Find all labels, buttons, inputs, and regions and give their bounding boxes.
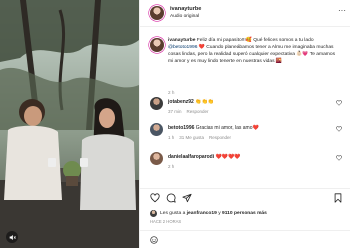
share-icon[interactable]	[182, 193, 192, 203]
comment-avatar[interactable]	[150, 97, 163, 110]
comment-meta: 37 min Responder	[168, 109, 214, 114]
comment-avatar[interactable]	[150, 152, 163, 165]
mute-button[interactable]	[6, 231, 18, 243]
heart-icon[interactable]	[150, 193, 160, 203]
comment-item: danielaalfaroparodi ❤️❤️❤️❤️ 2 h	[150, 152, 344, 176]
comment-meta: 2 h	[168, 164, 179, 169]
author-username[interactable]: ivanayturbe	[170, 6, 201, 12]
caption-avatar[interactable]	[150, 38, 164, 52]
comment-text: betoto1996 Gracias mi amor, las amo❤️	[168, 125, 330, 131]
comment-body: ❤️❤️❤️❤️	[215, 154, 241, 160]
caption-username[interactable]: ivanayturbe	[168, 38, 195, 43]
audio-label[interactable]: Audio original	[170, 14, 199, 19]
comment-item: betoto1996 Gracias mi amor, las amo❤️ 1 …	[150, 123, 344, 147]
post-actions: Les gusta a jeanfranco19 y 9110 personas…	[140, 188, 350, 248]
caption-text: ivanayturbe Feliz día mi papasito!!!🥰 Qu…	[168, 38, 340, 66]
comment-text: danielaalfaroparodi ❤️❤️❤️❤️	[168, 154, 330, 160]
reply-button[interactable]: Responder	[187, 109, 209, 114]
bookmark-icon[interactable]	[333, 193, 343, 203]
comment-time: 2 h	[168, 164, 175, 169]
post-header: ivanayturbe Audio original ···	[140, 0, 350, 27]
instagram-post: ivanayturbe Audio original ··· ivanaytur…	[0, 0, 350, 248]
likes-summary: Les gusta a jeanfranco19 y 9110 personas…	[150, 210, 346, 218]
liker-avatar[interactable]	[150, 210, 157, 217]
comment-username[interactable]: betoto1996	[168, 125, 194, 131]
comment-username[interactable]: jotabenz92	[168, 99, 194, 105]
comments-section: ivanayturbe Feliz día mi papasito!!!🥰 Qu…	[140, 28, 350, 188]
likes-count[interactable]: 9110 personas más	[222, 211, 267, 216]
comment-body: Gracias mi amor, las amo❤️	[195, 125, 259, 131]
caption-time: 2 h	[168, 90, 175, 95]
post-sidebar: ivanayturbe Audio original ··· ivanaytur…	[139, 0, 350, 248]
post-video[interactable]	[0, 0, 139, 248]
caption-mention[interactable]: @betoto1996	[168, 45, 197, 50]
heart-icon[interactable]	[336, 126, 342, 132]
heart-icon[interactable]	[336, 100, 342, 106]
comment-icon[interactable]	[166, 193, 176, 203]
comment-text: jotabenz92 👏👏👏	[168, 99, 330, 105]
more-icon[interactable]: ···	[338, 7, 346, 15]
heart-icon[interactable]	[336, 155, 342, 161]
comment-avatar[interactable]	[150, 123, 163, 136]
post-date[interactable]: HACE 2 HORAS	[150, 219, 181, 224]
likes-text: Les gusta a jeanfranco19 y 9110 personas…	[160, 211, 267, 216]
video-frame	[0, 0, 139, 248]
add-comment-bar	[140, 230, 350, 248]
author-avatar[interactable]	[150, 6, 164, 20]
liker-username[interactable]: jeanfranco19	[187, 211, 217, 216]
likes-prefix: Les gusta a	[160, 211, 187, 216]
emoji-icon[interactable]	[150, 236, 158, 244]
comment-time: 1 h	[168, 135, 175, 140]
comment-username[interactable]: danielaalfaroparodi	[168, 154, 214, 160]
mute-icon	[9, 234, 16, 240]
comment-item: jotabenz92 👏👏👏 37 min Responder	[150, 97, 344, 121]
comment-meta: 1 h 31 Me gusta Responder	[168, 135, 236, 140]
comment-likes[interactable]: 31 Me gusta	[179, 135, 204, 140]
comment-body: 👏👏👏	[195, 99, 214, 105]
reply-button[interactable]: Responder	[209, 135, 231, 140]
caption-text-part-1: Feliz día mi papasito!!!🥰 Qué felices so…	[195, 38, 314, 43]
comment-time: 37 min	[168, 109, 182, 114]
